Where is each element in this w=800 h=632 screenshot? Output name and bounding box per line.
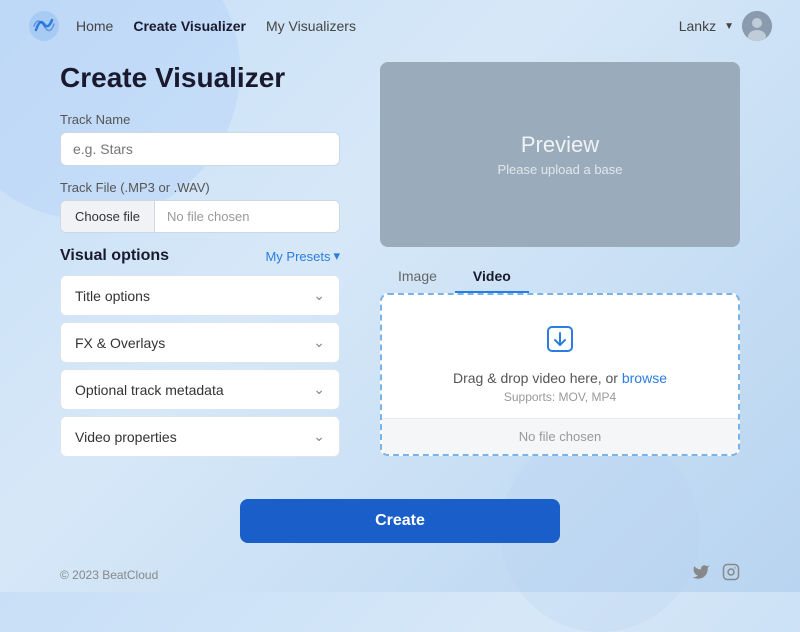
accordion-video-properties: Video properties ⌄ — [60, 416, 340, 457]
right-panel: Preview Please upload a base Image Video… — [380, 62, 740, 463]
accordion-title-options: Title options ⌄ — [60, 275, 340, 316]
drop-supports: Supports: MOV, MP4 — [402, 390, 718, 404]
accordion-track-metadata-label: Optional track metadata — [75, 382, 224, 398]
nav-links: Home Create Visualizer My Visualizers — [76, 18, 679, 34]
media-tabs: Image Video — [380, 261, 740, 293]
upload-icon — [402, 323, 718, 362]
file-input-row: Choose file No file chosen — [60, 200, 340, 233]
chevron-down-icon: ⌄ — [313, 428, 325, 445]
nav-home[interactable]: Home — [76, 18, 113, 34]
chevron-down-icon: ▼ — [724, 21, 734, 32]
nav-my-visualizers[interactable]: My Visualizers — [266, 18, 356, 34]
footer: © 2023 BeatCloud — [0, 557, 800, 592]
track-file-group: Track File (.MP3 or .WAV) Choose file No… — [60, 180, 340, 233]
choose-file-button[interactable]: Choose file — [61, 201, 155, 232]
visual-options-header: Visual options My Presets ▾ — [60, 247, 340, 265]
preview-subtitle: Please upload a base — [497, 162, 622, 177]
accordion-fx-overlays-header[interactable]: FX & Overlays ⌄ — [61, 323, 339, 362]
chevron-down-icon: ⌄ — [313, 334, 325, 351]
create-button[interactable]: Create — [240, 499, 560, 543]
accordion-video-properties-label: Video properties — [75, 429, 177, 445]
my-presets-link[interactable]: My Presets ▾ — [265, 248, 340, 264]
track-name-group: Track Name — [60, 112, 340, 166]
create-section: Create — [0, 483, 800, 557]
presets-label: My Presets — [265, 249, 330, 264]
accordion: Title options ⌄ FX & Overlays ⌄ Optional… — [60, 275, 340, 457]
accordion-fx-overlays: FX & Overlays ⌄ — [60, 322, 340, 363]
no-file-bar: No file chosen — [382, 418, 738, 454]
avatar — [742, 11, 772, 41]
nav-create-visualizer[interactable]: Create Visualizer — [133, 18, 246, 34]
track-name-label: Track Name — [60, 112, 340, 127]
accordion-track-metadata-header[interactable]: Optional track metadata ⌄ — [61, 370, 339, 409]
drop-zone[interactable]: Drag & drop video here, or browse Suppor… — [380, 293, 740, 456]
page-title: Create Visualizer — [60, 62, 340, 94]
track-name-input[interactable] — [60, 132, 340, 166]
chevron-down-icon: ▾ — [333, 248, 340, 264]
twitter-icon[interactable] — [692, 563, 710, 586]
user-label: Lankz — [679, 18, 716, 34]
preview-title: Preview — [521, 132, 599, 158]
browse-link[interactable]: browse — [622, 370, 667, 386]
footer-copyright: © 2023 BeatCloud — [60, 568, 158, 582]
preview-box: Preview Please upload a base — [380, 62, 740, 247]
accordion-track-metadata: Optional track metadata ⌄ — [60, 369, 340, 410]
navbar: Home Create Visualizer My Visualizers La… — [0, 0, 800, 52]
file-name-display: No file chosen — [155, 201, 339, 232]
main-content: Create Visualizer Track Name Track File … — [0, 52, 800, 483]
chevron-down-icon: ⌄ — [313, 287, 325, 304]
chevron-down-icon: ⌄ — [313, 381, 325, 398]
tab-video[interactable]: Video — [455, 261, 529, 293]
user-menu[interactable]: Lankz ▼ — [679, 11, 772, 41]
footer-social-icons — [692, 563, 740, 586]
visual-options-title: Visual options — [60, 247, 169, 265]
track-file-label: Track File (.MP3 or .WAV) — [60, 180, 340, 195]
drop-text: Drag & drop video here, or browse — [402, 370, 718, 386]
logo-icon[interactable] — [28, 10, 60, 42]
instagram-icon[interactable] — [722, 563, 740, 586]
accordion-title-options-label: Title options — [75, 288, 150, 304]
accordion-title-options-header[interactable]: Title options ⌄ — [61, 276, 339, 315]
accordion-video-properties-header[interactable]: Video properties ⌄ — [61, 417, 339, 456]
accordion-fx-overlays-label: FX & Overlays — [75, 335, 165, 351]
left-panel: Create Visualizer Track Name Track File … — [60, 62, 340, 463]
tab-image[interactable]: Image — [380, 261, 455, 293]
